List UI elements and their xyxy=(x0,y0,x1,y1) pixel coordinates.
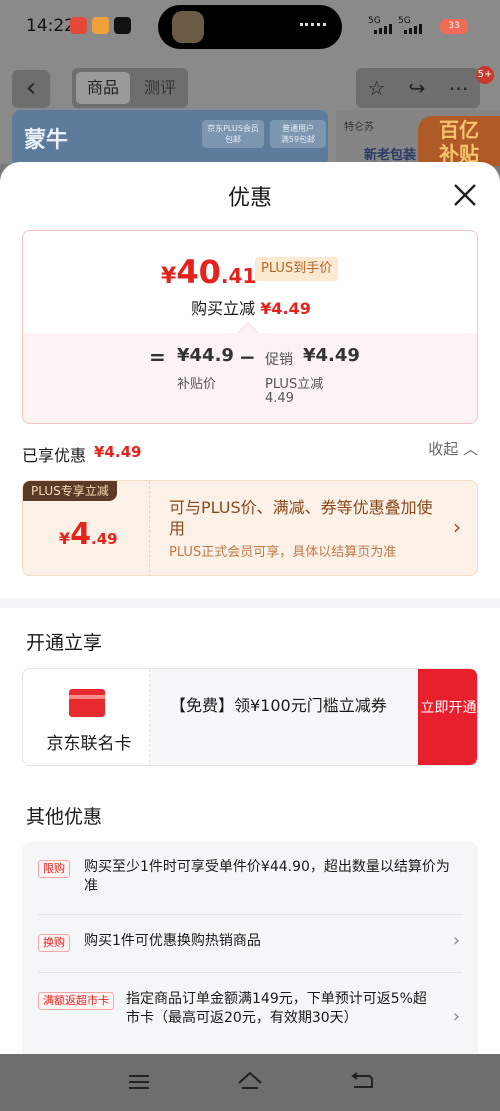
product-header: ‹ 商品 测评 ☆ ↪ ⋯ 5+ 蒙牛 京东PLUS会员 包邮 普通用户 满59… xyxy=(0,54,500,166)
open-now-button[interactable]: 立即开通 xyxy=(418,669,477,765)
back-button[interactable]: ‹ xyxy=(12,70,50,108)
brand-name: 蒙牛 xyxy=(24,128,69,153)
top-actions: ☆ ↪ ⋯ xyxy=(356,68,480,108)
equals-sign: = xyxy=(149,345,166,369)
star-icon[interactable]: ☆ xyxy=(368,76,386,100)
enjoyed-amount: ¥4.49 xyxy=(94,443,142,461)
message-badge: 5+ xyxy=(476,66,494,84)
section-divider xyxy=(0,598,500,608)
plus-description: 可与PLUS价、满减、券等优惠叠加使用 xyxy=(169,498,433,538)
plus-price-tag: PLUS到手价 xyxy=(255,257,339,281)
status-bar: 14:22 5G 5G 33 xyxy=(0,0,500,54)
chevron-right-icon: › xyxy=(452,930,460,951)
minus-sign: − xyxy=(239,345,256,369)
other-section-title: 其他优惠 xyxy=(26,806,103,828)
promo-sub-amount: 4.49 xyxy=(265,391,294,406)
enjoyed-discount-row: 已享优惠 ¥4.49 收起 ︿ xyxy=(22,440,478,466)
dynamic-island[interactable] xyxy=(158,5,342,49)
card-name: 京东联名卡 xyxy=(46,734,132,754)
list-item-cashback[interactable]: 满额返超市卡 指定商品订单金额满149元，下单预计可返5%超市卡（最高可返20元… xyxy=(38,990,462,1054)
offer-text: 购买至少1件时可享受单件价¥44.90，超出数量以结算价为准 xyxy=(84,859,450,894)
promo-brand: 特仑苏 xyxy=(344,122,374,133)
status-time: 14:22 xyxy=(26,16,75,36)
offer-text: 购买1件可优惠换购热销商品 xyxy=(84,933,261,949)
subsidy-label: 补贴价 xyxy=(177,377,217,392)
price-card: ¥40.41 PLUS到手价 购买立减 ¥4.49 = ¥44.9 补贴价 − … xyxy=(22,230,478,424)
battery-icon: 33 xyxy=(440,19,468,34)
chevron-up-icon: ︿ xyxy=(458,440,478,458)
offer-text: 指定商品订单金额满149元，下单预计可返5%超市卡（最高可返20元，有效期30天… xyxy=(126,991,427,1026)
menu-icon[interactable] xyxy=(125,1068,153,1096)
share-icon[interactable]: ↪ xyxy=(409,76,426,100)
list-item-exchange[interactable]: 换购 购买1件可优惠换购热销商品 › xyxy=(38,930,462,956)
brand-banner[interactable]: 蒙牛 京东PLUS会员 包邮 普通用户 满59包邮 xyxy=(12,110,328,166)
close-icon[interactable] xyxy=(452,182,478,208)
audio-wave-icon xyxy=(300,23,326,31)
credit-card-icon xyxy=(69,689,105,717)
collapse-toggle[interactable]: 收起 ︿ xyxy=(428,438,478,459)
card-offer-desc: 【免费】领¥100元门槛立减券 xyxy=(170,696,387,715)
offer-tag: 限购 xyxy=(38,860,70,878)
plus-exclusive-tag: PLUS专享立减 xyxy=(23,481,117,501)
tab-review[interactable]: 测评 xyxy=(136,72,184,104)
enjoyed-label: 已享优惠 xyxy=(22,446,87,465)
weibo-icon xyxy=(70,17,87,34)
chevron-right-icon: › xyxy=(453,515,461,539)
other-offers-list: 限购 购买至少1件时可享受单件价¥44.90，超出数量以结算价为准 换购 购买1… xyxy=(22,842,478,1054)
banner-tag-plus: 京东PLUS会员 包邮 xyxy=(202,120,264,148)
banner-tag-normal: 普通用户 满59包邮 xyxy=(270,120,326,148)
tab-switcher: 商品 测评 xyxy=(72,68,188,108)
taobao-icon xyxy=(92,17,109,34)
promo-label: PLUS立减 xyxy=(265,377,324,392)
chevron-right-icon: › xyxy=(452,1006,460,1027)
offer-tag: 满额返超市卡 xyxy=(38,992,114,1010)
buy-reduce-line: 购买立减 ¥4.49 xyxy=(191,299,311,318)
open-section-title: 开通立享 xyxy=(26,632,103,654)
plus-note: PLUS正式会员可享，具体以结算页为准 xyxy=(169,545,397,560)
co-brand-card-offer[interactable]: 京东联名卡 【免费】领¥100元门槛立减券 立即开通 xyxy=(22,668,478,766)
promo-amount: ¥4.49 xyxy=(303,345,360,366)
promo-banner[interactable]: 特仑苏 新老包装 百亿 补贴 xyxy=(336,110,500,166)
signal-icon-2 xyxy=(404,24,422,34)
home-icon[interactable] xyxy=(236,1068,264,1096)
tab-product[interactable]: 商品 xyxy=(76,72,130,104)
back-nav-icon[interactable] xyxy=(348,1068,376,1096)
discount-sheet: 优惠 ¥40.41 PLUS到手价 购买立减 ¥4.49 = ¥44.9 补贴价… xyxy=(0,162,500,1054)
list-item-limit[interactable]: 限购 购买至少1件时可享受单件价¥44.90，超出数量以结算价为准 xyxy=(38,858,462,902)
signal-icon xyxy=(374,24,392,34)
subsidy-price: ¥44.9 xyxy=(177,345,234,366)
media-thumbnail xyxy=(172,11,204,43)
plus-discount-amount: ¥4.49 xyxy=(59,517,118,552)
price-breakdown: = ¥44.9 补贴价 − 促销 ¥4.49 PLUS立减 4.49 xyxy=(23,322,477,423)
promo-prefix: 促销 xyxy=(265,352,293,368)
final-price: ¥40.41 xyxy=(161,253,257,291)
plus-discount-card[interactable]: PLUS专享立减 ¥4.49 可与PLUS价、满减、券等优惠叠加使用 PLUS正… xyxy=(22,480,478,576)
promo-text: 新老包装 xyxy=(364,148,417,163)
more-icon[interactable]: ⋯ xyxy=(448,76,468,100)
offer-tag: 换购 xyxy=(38,934,70,952)
system-nav-bar xyxy=(0,1054,500,1111)
sheet-title: 优惠 xyxy=(227,186,272,211)
subsidy-badge: 百亿 补贴 xyxy=(418,116,500,166)
tiktok-icon xyxy=(114,17,131,34)
